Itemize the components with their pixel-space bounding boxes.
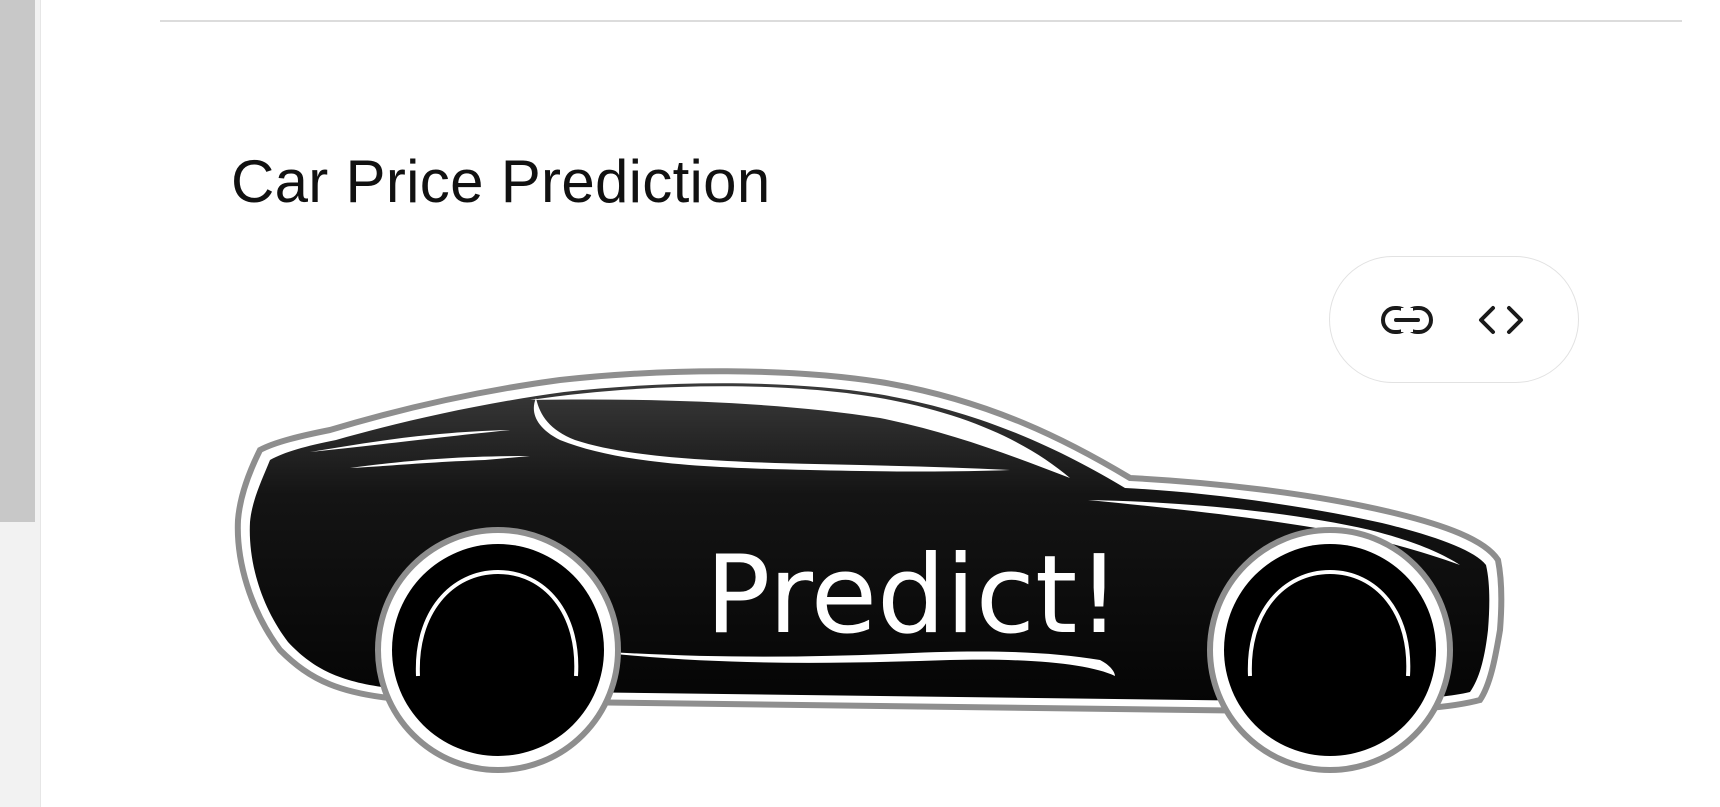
embed-code-button[interactable] — [1466, 285, 1536, 355]
car-silhouette-icon: Predict! — [234, 368, 1505, 773]
page-title: Car Price Prediction — [231, 148, 771, 215]
left-scrollbar-track[interactable] — [0, 0, 41, 807]
app-page: Car Price Prediction Predict! — [0, 0, 1720, 807]
link-icon — [1381, 305, 1433, 334]
predict-car-button[interactable]: Predict! — [230, 360, 1590, 800]
top-divider — [160, 20, 1682, 22]
code-icon — [1479, 305, 1523, 334]
scrollbar-thumb[interactable] — [0, 0, 35, 522]
predict-label: Predict! — [705, 533, 1120, 658]
copy-link-button[interactable] — [1372, 285, 1442, 355]
